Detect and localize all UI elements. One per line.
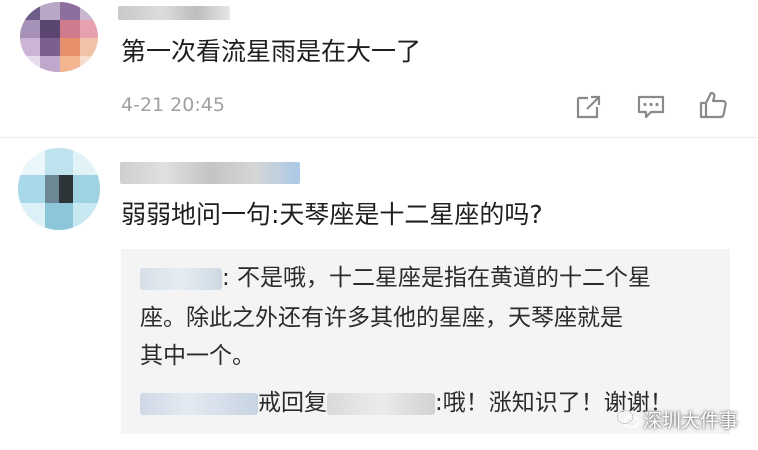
reply-target-blurred[interactable]: [327, 392, 435, 415]
divider: [0, 137, 758, 138]
avatar[interactable]: [18, 148, 100, 230]
reply-line: 其中一个。: [140, 343, 255, 369]
wechat-logo-icon: [616, 409, 640, 431]
reply-line: : 不是哦，十二星座是指在黄道的十二个星: [140, 263, 651, 293]
reply-username-blurred[interactable]: [140, 267, 222, 290]
share-icon[interactable]: [574, 92, 604, 122]
reply-line: 座。除此之外还有许多其他的星座，天琴座就是: [140, 305, 623, 331]
comment-text: 弱弱地问一句:天琴座是十二星座的吗?: [121, 200, 543, 229]
avatar[interactable]: [20, 2, 98, 72]
reply-username-blurred[interactable]: [140, 392, 258, 415]
username-blurred[interactable]: [120, 162, 300, 184]
reply-text: : 不是哦，十二星座是指在黄道的十二个星: [222, 265, 652, 291]
username-blurred[interactable]: [118, 6, 230, 20]
reply-line: 戒回复:哦！涨知识了！谢谢！: [140, 388, 673, 418]
reply-text: 戒回复: [258, 390, 327, 416]
comment-icon[interactable]: [636, 92, 666, 122]
watermark-text: 深圳大件事: [643, 410, 739, 432]
timestamp: 4-21 20:45: [121, 94, 225, 116]
like-icon[interactable]: [698, 90, 728, 120]
comment-text: 第一次看流星雨是在大一了: [121, 37, 422, 66]
